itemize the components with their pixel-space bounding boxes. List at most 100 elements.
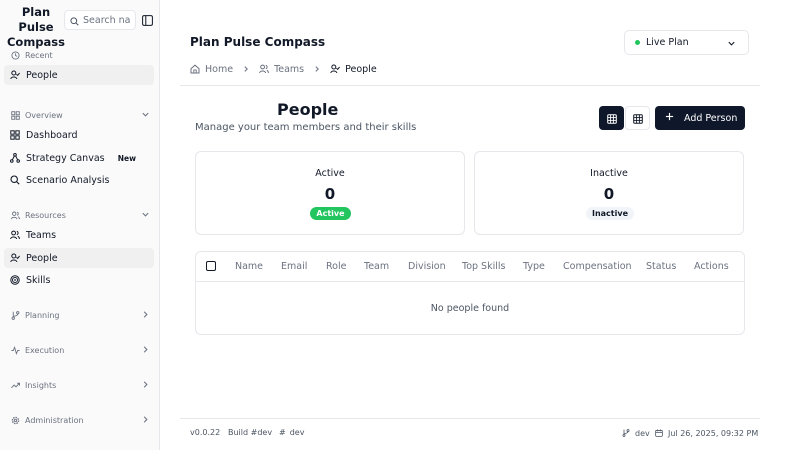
execution-section-label: Execution <box>25 345 65 355</box>
chevron-down-icon <box>141 110 150 121</box>
column-header-type[interactable]: Type <box>523 261 545 272</box>
sidebar-item-people[interactable]: People <box>4 248 154 268</box>
stat-value: 0 <box>603 185 615 203</box>
chevron-right-icon <box>141 415 150 426</box>
sidebar-item-dashboard[interactable]: Dashboard <box>4 125 154 145</box>
status-badge: Inactive <box>586 207 634 220</box>
add-person-label: Add Person <box>684 112 738 124</box>
sidebar-item-label: Teams <box>26 229 57 241</box>
users-icon <box>10 230 20 240</box>
column-header-email[interactable]: Email <box>281 261 307 272</box>
breadcrumb: Home Teams People <box>190 62 377 76</box>
administration-section-label: Administration <box>25 415 84 425</box>
add-person-button[interactable]: Add Person <box>655 106 745 130</box>
stat-title: Active <box>315 168 345 179</box>
administration-section-header[interactable]: Administration <box>10 413 150 427</box>
search-icon <box>70 11 79 29</box>
build-text: Build #dev <box>228 428 273 437</box>
sidebar-item-label: Dashboard <box>26 129 78 141</box>
plan-selector[interactable]: Live Plan <box>624 30 749 55</box>
plan-status-dot <box>635 40 640 45</box>
chevron-right-icon <box>313 65 321 73</box>
grid-view-button[interactable] <box>599 106 624 130</box>
sidebar-item-label: Skills <box>26 274 51 286</box>
active-stat-card: Active 0 Active <box>195 151 465 235</box>
search-input[interactable] <box>83 14 135 26</box>
chevron-right-icon <box>242 65 250 73</box>
resources-section-header[interactable]: Resources <box>10 208 150 222</box>
breadcrumb-label: Home <box>205 63 234 75</box>
empty-state-text: No people found <box>430 303 510 314</box>
commit-text: dev <box>289 428 305 437</box>
header-divider <box>180 85 760 86</box>
status-badge: Active <box>310 207 351 220</box>
insights-section-header[interactable]: Insights <box>10 378 150 392</box>
chevron-right-icon <box>141 345 150 356</box>
user-check-icon <box>330 64 341 74</box>
panel-left-icon <box>141 11 153 30</box>
stat-title: Inactive <box>590 168 628 179</box>
grid-view-icon <box>606 109 617 128</box>
search-icon <box>10 175 20 185</box>
sidebar: Plan Pulse Compass Recent People Overvie… <box>0 0 160 450</box>
plus-icon <box>665 112 674 124</box>
sidebar-item-label: Strategy Canvas <box>26 152 105 164</box>
new-badge: New <box>117 153 136 163</box>
sidebar-item-label: People <box>26 252 58 264</box>
trending-up-icon <box>10 380 20 390</box>
git-branch-icon <box>621 428 631 438</box>
network-icon <box>10 153 20 163</box>
settings-icon <box>10 415 20 425</box>
layout-grid-icon <box>10 130 20 140</box>
breadcrumb-home[interactable]: Home <box>190 64 233 75</box>
header-title: Plan Pulse Compass <box>190 35 326 49</box>
activity-icon <box>10 345 20 355</box>
column-header-top-skills[interactable]: Top Skills <box>462 261 505 272</box>
sidebar-item-scenario-analysis[interactable]: Scenario Analysis <box>4 170 154 190</box>
breadcrumb-teams[interactable]: Teams <box>259 64 304 75</box>
chevron-down-icon <box>141 210 150 221</box>
build-label: Build #dev <box>228 428 272 437</box>
column-header-role[interactable]: Role <box>326 261 346 272</box>
planning-section-header[interactable]: Planning <box>10 308 150 322</box>
recent-item-label: People <box>26 69 58 81</box>
sidebar-item-label: Scenario Analysis <box>26 174 110 186</box>
column-header-team[interactable]: Team <box>364 261 389 272</box>
planning-section-label: Planning <box>25 310 60 320</box>
overview-section-label: Overview <box>25 110 63 120</box>
breadcrumb-label: Teams <box>274 63 305 75</box>
column-header-actions: Actions <box>694 261 729 272</box>
recent-item-people[interactable]: People <box>4 65 154 85</box>
app-brand[interactable]: Plan Pulse Compass <box>5 5 67 50</box>
table-view-button[interactable] <box>625 106 650 130</box>
sidebar-item-strategy-canvas[interactable]: Strategy Canvas New <box>4 148 154 168</box>
user-check-icon <box>10 253 20 263</box>
main-content: Plan Pulse Compass Live Plan Home Teams <box>160 0 800 450</box>
footer: v0.0.22 Build #dev # dev dev Jul 26, 202… <box>190 428 758 440</box>
insights-section-label: Insights <box>25 380 57 390</box>
branch-text: dev <box>635 428 650 438</box>
column-header-name[interactable]: Name <box>235 261 263 272</box>
sidebar-toggle-button[interactable] <box>140 13 154 27</box>
home-icon <box>190 64 200 74</box>
column-header-compensation[interactable]: Compensation <box>563 261 632 272</box>
recent-section-label: Recent <box>25 50 53 60</box>
column-header-status[interactable]: Status <box>646 261 676 272</box>
layout-grid-icon <box>10 110 20 120</box>
execution-section-header[interactable]: Execution <box>10 343 150 357</box>
timestamp-label: Jul 26, 2025, 09:32 PM <box>654 428 758 438</box>
commit-label: # dev <box>279 428 304 437</box>
column-header-division[interactable]: Division <box>408 261 446 272</box>
breadcrumb-label: People <box>345 63 377 75</box>
overview-section-header[interactable]: Overview <box>10 108 150 122</box>
sidebar-item-teams[interactable]: Teams <box>4 225 154 245</box>
chevron-right-icon <box>141 310 150 321</box>
resources-section-label: Resources <box>25 210 66 220</box>
page-subtitle: Manage your team members and their skill… <box>195 122 417 133</box>
search-box[interactable] <box>64 10 136 30</box>
chevron-right-icon <box>141 380 150 391</box>
calendar-icon <box>654 428 664 438</box>
select-all-checkbox[interactable] <box>206 261 216 271</box>
stat-value: 0 <box>324 185 336 203</box>
sidebar-item-skills[interactable]: Skills <box>4 270 154 290</box>
